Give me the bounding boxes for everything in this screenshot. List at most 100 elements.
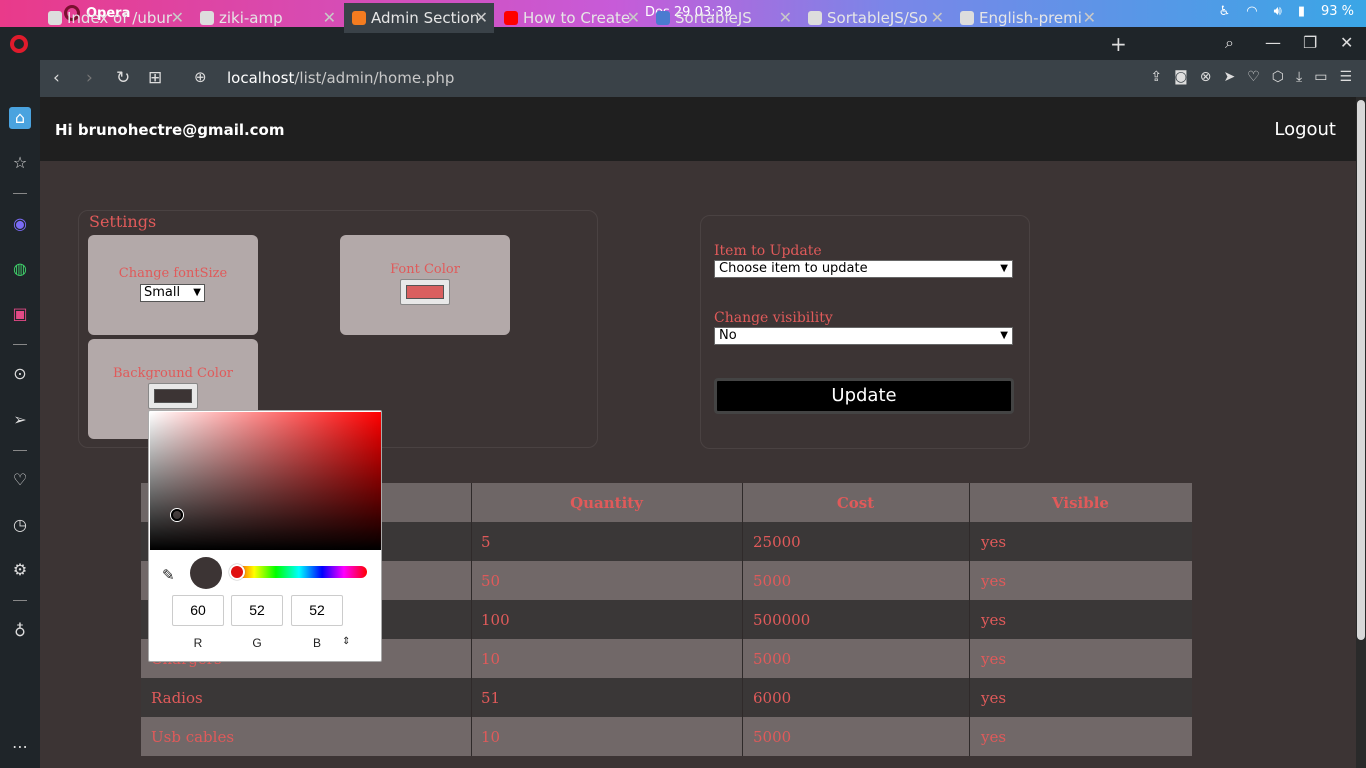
tab-4[interactable]: How to Create ✕ <box>496 3 646 33</box>
column-divider <box>471 522 472 561</box>
forward-icon[interactable]: › <box>86 68 93 88</box>
table-cell: 5000 <box>753 650 792 668</box>
table-cell: 25000 <box>753 533 801 551</box>
tab-1[interactable]: Index of /ubur ✕ <box>40 3 190 33</box>
bookmark-star-icon[interactable]: ☆ <box>9 152 31 174</box>
chevron-down-icon: ▼ <box>1000 263 1008 274</box>
eyedropper-icon[interactable]: ✎ <box>162 566 175 584</box>
minimize-icon[interactable]: — <box>1265 33 1281 52</box>
logout-link[interactable]: Logout <box>1274 119 1336 140</box>
history-icon[interactable]: ◷ <box>9 514 31 536</box>
url-field[interactable]: localhost/list/admin/home.php <box>227 69 454 87</box>
column-divider <box>471 639 472 678</box>
back-icon[interactable]: ‹ <box>53 68 60 88</box>
github-icon <box>808 11 822 25</box>
column-divider <box>742 678 743 717</box>
background-color-label: Background Color <box>113 366 233 381</box>
system-tray: ♿ ◠ 🔊︎ ▮ 93 % <box>1219 4 1354 19</box>
heart-icon[interactable]: ♡ <box>1247 69 1260 85</box>
color-picker-popup: ✎ 60 52 52 R G B ⇕ <box>148 410 382 662</box>
green-label: G <box>252 636 262 650</box>
font-size-select[interactable]: Small ▼ <box>140 284 205 302</box>
new-tab-button[interactable]: + <box>1110 32 1127 56</box>
heart-icon[interactable]: ♡ <box>9 469 31 491</box>
update-button[interactable]: Update <box>714 378 1014 414</box>
item-to-update-select[interactable]: Choose item to update ▼ <box>714 260 1013 278</box>
settings-gear-icon[interactable]: ⚙ <box>9 559 31 581</box>
font-color-input[interactable] <box>400 279 450 305</box>
font-size-card: Change fontSize Small ▼ <box>88 235 258 335</box>
table-cell: 5 <box>481 533 491 551</box>
send-icon[interactable]: ➢ <box>9 409 31 431</box>
column-divider <box>471 717 472 756</box>
tab-6[interactable]: SortableJS/So ✕ <box>800 3 950 33</box>
reload-icon[interactable]: ↻ <box>116 68 130 88</box>
adblock-icon[interactable]: ⊗ <box>1200 69 1212 85</box>
send-icon[interactable]: ➤ <box>1223 69 1235 85</box>
table-cell: 5000 <box>753 572 792 590</box>
close-tab-icon[interactable]: ✕ <box>323 8 336 27</box>
item-to-update-label: Item to Update <box>714 243 822 259</box>
address-bar: ‹ › ↻ ⊞ ⊕ localhost/list/admin/home.php … <box>40 60 1366 97</box>
download-icon[interactable]: ⤓ <box>1296 69 1302 85</box>
volume-icon[interactable]: 🔊︎ <box>1274 4 1282 19</box>
accessibility-icon[interactable]: ♿ <box>1219 4 1231 19</box>
home-icon[interactable]: ⌂ <box>9 107 31 129</box>
column-divider <box>969 717 970 756</box>
tab-3[interactable]: Admin Section ✕ <box>344 3 494 33</box>
font-color-label: Font Color <box>390 262 460 277</box>
maximize-icon[interactable]: ❐ <box>1303 33 1317 52</box>
tab-7[interactable]: English-premi ✕ <box>952 3 1102 33</box>
battery-percent[interactable]: 93 % <box>1321 4 1354 19</box>
visibility-select[interactable]: No ▼ <box>714 327 1013 345</box>
font-size-label: Change fontSize <box>118 266 228 281</box>
column-divider <box>471 561 472 600</box>
hue-handle[interactable] <box>229 564 245 580</box>
speaker-icon <box>200 11 214 25</box>
close-tab-icon[interactable]: ✕ <box>779 8 792 27</box>
hue-slider[interactable] <box>231 566 367 578</box>
background-color-input[interactable] <box>148 383 198 409</box>
lightbulb-icon[interactable]: ♁ <box>9 620 31 642</box>
easy-setup-icon[interactable]: ☰ <box>1339 69 1352 85</box>
whatsapp-icon[interactable]: ◍ <box>9 258 31 280</box>
more-icon[interactable]: ⋯ <box>9 736 31 758</box>
site-info-icon[interactable]: ⊕ <box>194 68 207 86</box>
sidebar-divider <box>13 193 27 194</box>
table-cell: yes <box>981 611 1007 629</box>
search-tabs-icon[interactable]: ⌕ <box>1225 33 1234 53</box>
share-icon[interactable]: ⇪ <box>1150 69 1162 85</box>
green-input[interactable]: 52 <box>231 595 283 626</box>
saturation-handle[interactable] <box>171 509 183 521</box>
close-tab-icon[interactable]: ✕ <box>475 8 488 27</box>
close-tab-icon[interactable]: ✕ <box>931 8 944 27</box>
close-tab-icon[interactable]: ✕ <box>627 8 640 27</box>
column-divider <box>969 639 970 678</box>
font-size-value: Small <box>144 285 181 300</box>
player-icon[interactable]: ⊙ <box>9 363 31 385</box>
scrollbar-thumb[interactable] <box>1357 100 1365 640</box>
tabs-overview-icon[interactable]: ⊞ <box>148 68 162 88</box>
battery-saver-icon[interactable]: ▭ <box>1314 69 1327 85</box>
wifi-icon[interactable]: ◠ <box>1246 4 1257 19</box>
camera-icon[interactable]: ◙ <box>1174 69 1188 85</box>
font-color-card: Font Color <box>340 235 510 335</box>
table-cell: 6000 <box>753 689 792 707</box>
format-toggle-icon[interactable]: ⇕ <box>342 636 350 647</box>
tab-5[interactable]: SortableJS ✕ <box>648 3 798 33</box>
opera-menu-icon[interactable] <box>10 35 28 53</box>
close-tab-icon[interactable]: ✕ <box>171 8 184 27</box>
battery-icon[interactable]: ▮ <box>1298 4 1305 19</box>
close-tab-icon[interactable]: ✕ <box>1083 8 1096 27</box>
sidebar-divider <box>13 600 27 601</box>
red-input[interactable]: 60 <box>172 595 224 626</box>
saturation-area[interactable] <box>150 412 381 550</box>
tab-2[interactable]: ziki-amp ✕ <box>192 3 342 33</box>
instagram-icon[interactable]: ▣ <box>9 303 31 325</box>
cube-icon[interactable]: ⬡ <box>1272 69 1284 85</box>
close-window-icon[interactable]: ✕ <box>1340 33 1353 52</box>
messenger-icon[interactable]: ◉ <box>9 213 31 235</box>
table-cell: Radios <box>151 689 203 707</box>
chevron-down-icon: ▼ <box>193 287 201 298</box>
blue-input[interactable]: 52 <box>291 595 343 626</box>
